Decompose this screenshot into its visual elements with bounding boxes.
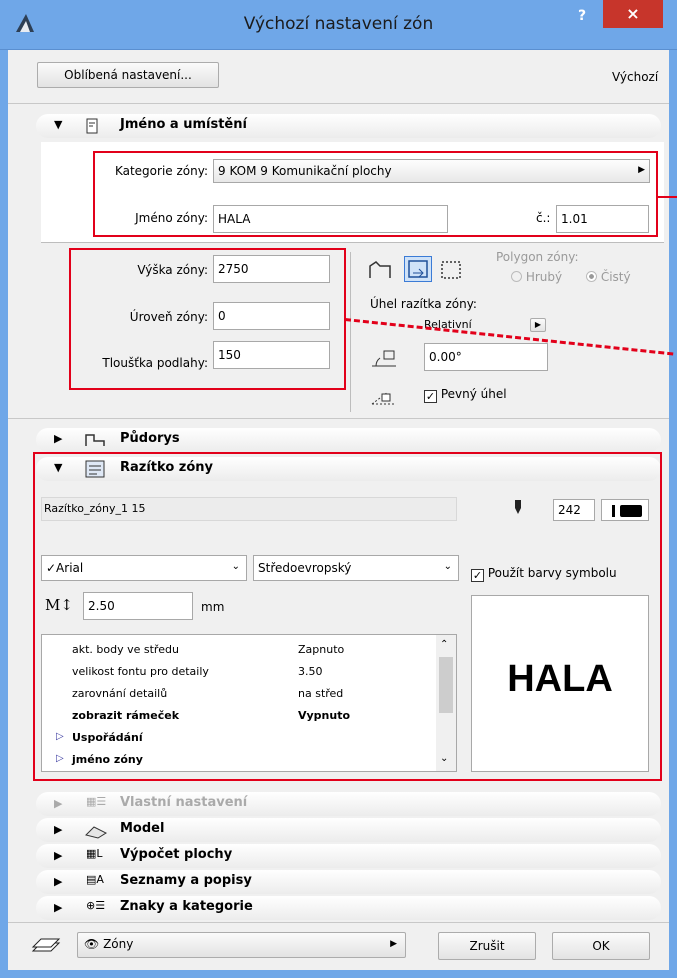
collapse-triangle-icon: ▶ xyxy=(54,901,63,914)
favorites-button[interactable]: Oblíbená nastavení... xyxy=(37,62,219,88)
tags-icon: ⊕☰ xyxy=(86,899,106,912)
collapse-triangle-icon: ▶ xyxy=(54,797,63,810)
angle-icon xyxy=(372,350,396,367)
section-label: Znaky a kategorie xyxy=(120,899,253,914)
cancel-button[interactable]: Zrušit xyxy=(438,932,536,960)
vertical-divider xyxy=(350,252,351,412)
highlight-box-stamp xyxy=(33,452,662,781)
relative-menu-button[interactable]: ▶ xyxy=(530,318,546,332)
layers-icon xyxy=(31,938,61,952)
ok-button[interactable]: OK xyxy=(552,932,650,960)
callout-line xyxy=(658,196,677,198)
section-header-floor-plan[interactable]: ▶ Půdorys xyxy=(36,428,661,452)
section-header-tags[interactable]: ▶ ⊕☰ Znaky a kategorie xyxy=(36,896,661,920)
collapse-triangle-icon: ▶ xyxy=(54,432,63,445)
zone-name-icon xyxy=(86,118,98,134)
eye-icon: 👁 xyxy=(84,937,100,951)
rectangle-method-button[interactable] xyxy=(404,256,432,282)
custom-settings-icon: ▦☰ xyxy=(86,795,107,808)
section-header-model[interactable]: ▶ Model xyxy=(36,818,661,842)
polygon-label: Polygon zóny: xyxy=(496,250,579,264)
layer-value: Zóny xyxy=(103,937,134,951)
section-label: Půdorys xyxy=(120,431,180,446)
checkmark-icon: ✓ xyxy=(424,390,437,403)
help-button[interactable]: ? xyxy=(572,8,592,28)
divider xyxy=(8,922,669,923)
fixed-angle-label: Pevný úhel xyxy=(440,387,507,401)
stamp-angle-label: Úhel razítka zóny: xyxy=(370,297,477,311)
clean-label: Čistý xyxy=(600,270,631,284)
section-label: Model xyxy=(120,821,165,836)
collapse-triangle-icon: ▶ xyxy=(54,823,63,836)
divider xyxy=(41,242,664,243)
collapse-triangle-icon: ▶ xyxy=(54,849,63,862)
section-header-area-calc[interactable]: ▶ ▦ᒪ Výpočet plochy xyxy=(36,844,661,868)
lists-icon: ▤A xyxy=(86,873,104,886)
section-header-lists[interactable]: ▶ ▤A Seznamy a popisy xyxy=(36,870,661,894)
default-label: Výchozí xyxy=(612,70,659,84)
title-bar: Výchozí nastavení zón ? × xyxy=(0,0,677,50)
area-calc-icon: ▦ᒪ xyxy=(86,847,103,860)
polygon-shape-icon[interactable] xyxy=(366,258,396,282)
clean-radio: Čistý xyxy=(586,270,631,284)
angle-input[interactable]: 0.00° xyxy=(424,343,548,371)
close-button[interactable]: × xyxy=(603,0,663,28)
section-label: Seznamy a popisy xyxy=(120,873,252,888)
rect-icon xyxy=(408,260,428,278)
layer-select[interactable]: 👁 Zóny ▶ xyxy=(77,932,406,958)
fixed-angle-checkbox[interactable]: ✓ Pevný úhel xyxy=(424,387,507,403)
floor-plan-icon xyxy=(85,434,105,446)
section-label: Výpočet plochy xyxy=(120,847,233,862)
section-header-name-location[interactable]: ▼ Jméno a umístění xyxy=(36,114,661,138)
highlight-box-name xyxy=(93,151,658,237)
divider xyxy=(8,103,669,104)
section-header-custom-settings: ▶ ▦☰ Vlastní nastavení xyxy=(36,792,661,816)
fixed-angle-icon xyxy=(371,391,396,405)
collapse-triangle-icon: ▶ xyxy=(54,875,63,888)
arrow-right-icon: ▶ xyxy=(390,939,397,949)
section-label: Vlastní nastavení xyxy=(120,795,248,810)
model-icon xyxy=(85,826,108,839)
divider xyxy=(8,418,669,419)
highlight-box-geometry xyxy=(69,248,346,390)
expand-triangle-icon: ▼ xyxy=(54,118,63,131)
rotated-rect-icon[interactable] xyxy=(438,258,466,282)
rough-radio: Hrubý xyxy=(511,270,562,284)
section-label: Jméno a umístění xyxy=(120,117,247,132)
rough-label: Hrubý xyxy=(525,270,563,284)
